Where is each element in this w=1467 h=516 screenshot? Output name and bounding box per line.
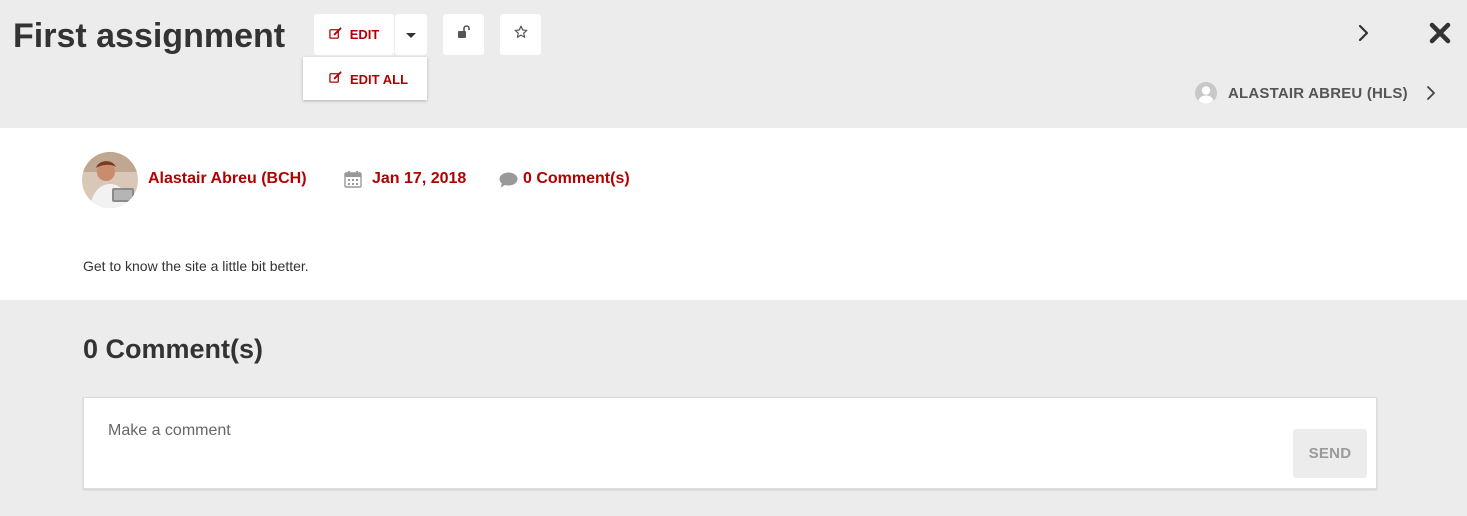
edit-options-dropdown-button[interactable] xyxy=(395,14,427,55)
page-title: First assignment xyxy=(13,17,286,55)
author-avatar[interactable] xyxy=(82,152,138,208)
close-icon xyxy=(1428,22,1452,49)
caret-down-icon xyxy=(406,26,416,44)
comment-form: SEND xyxy=(83,397,1377,489)
page-header: First assignment EDIT EDIT ALL ALASTAIR … xyxy=(0,0,1467,128)
edit-all-label: EDIT ALL xyxy=(350,71,409,87)
edit-button[interactable]: EDIT xyxy=(314,14,394,55)
edit-label: EDIT xyxy=(349,27,380,42)
star-outline-icon xyxy=(514,25,528,44)
send-button[interactable]: SEND xyxy=(1293,429,1367,478)
pencil-square-icon xyxy=(328,26,342,43)
comment-input[interactable] xyxy=(108,422,1288,462)
unlock-icon xyxy=(457,25,471,44)
comment-count-link[interactable]: 0 Comment(s) xyxy=(523,170,630,188)
comments-heading: 0 Comment(s) xyxy=(83,334,264,364)
edit-all-menu-item[interactable]: EDIT ALL xyxy=(329,71,408,87)
user-circle-icon xyxy=(1194,81,1218,105)
chevron-right-icon xyxy=(1424,85,1438,101)
chevron-right-icon xyxy=(1352,24,1376,50)
favorite-button[interactable] xyxy=(500,14,541,55)
comment-bubble-icon xyxy=(499,172,518,188)
next-item-button[interactable] xyxy=(1352,20,1376,46)
lock-toggle-button[interactable] xyxy=(443,14,484,55)
post-date: Jan 17, 2018 xyxy=(372,170,467,187)
pencil-square-icon xyxy=(329,71,342,87)
post-description: Get to know the site a little bit better… xyxy=(83,258,309,274)
calendar-icon xyxy=(344,170,362,188)
post-content: Alastair Abreu (BCH) Jan 17, 2018 0 Comm… xyxy=(0,128,1467,300)
close-button[interactable] xyxy=(1428,21,1452,45)
edit-dropdown-menu: EDIT ALL xyxy=(303,57,427,100)
user-menu[interactable]: ALASTAIR ABREU (HLS) xyxy=(1194,80,1438,106)
author-link[interactable]: Alastair Abreu (BCH) xyxy=(148,170,307,188)
user-name: ALASTAIR ABREU (HLS) xyxy=(1228,84,1408,102)
